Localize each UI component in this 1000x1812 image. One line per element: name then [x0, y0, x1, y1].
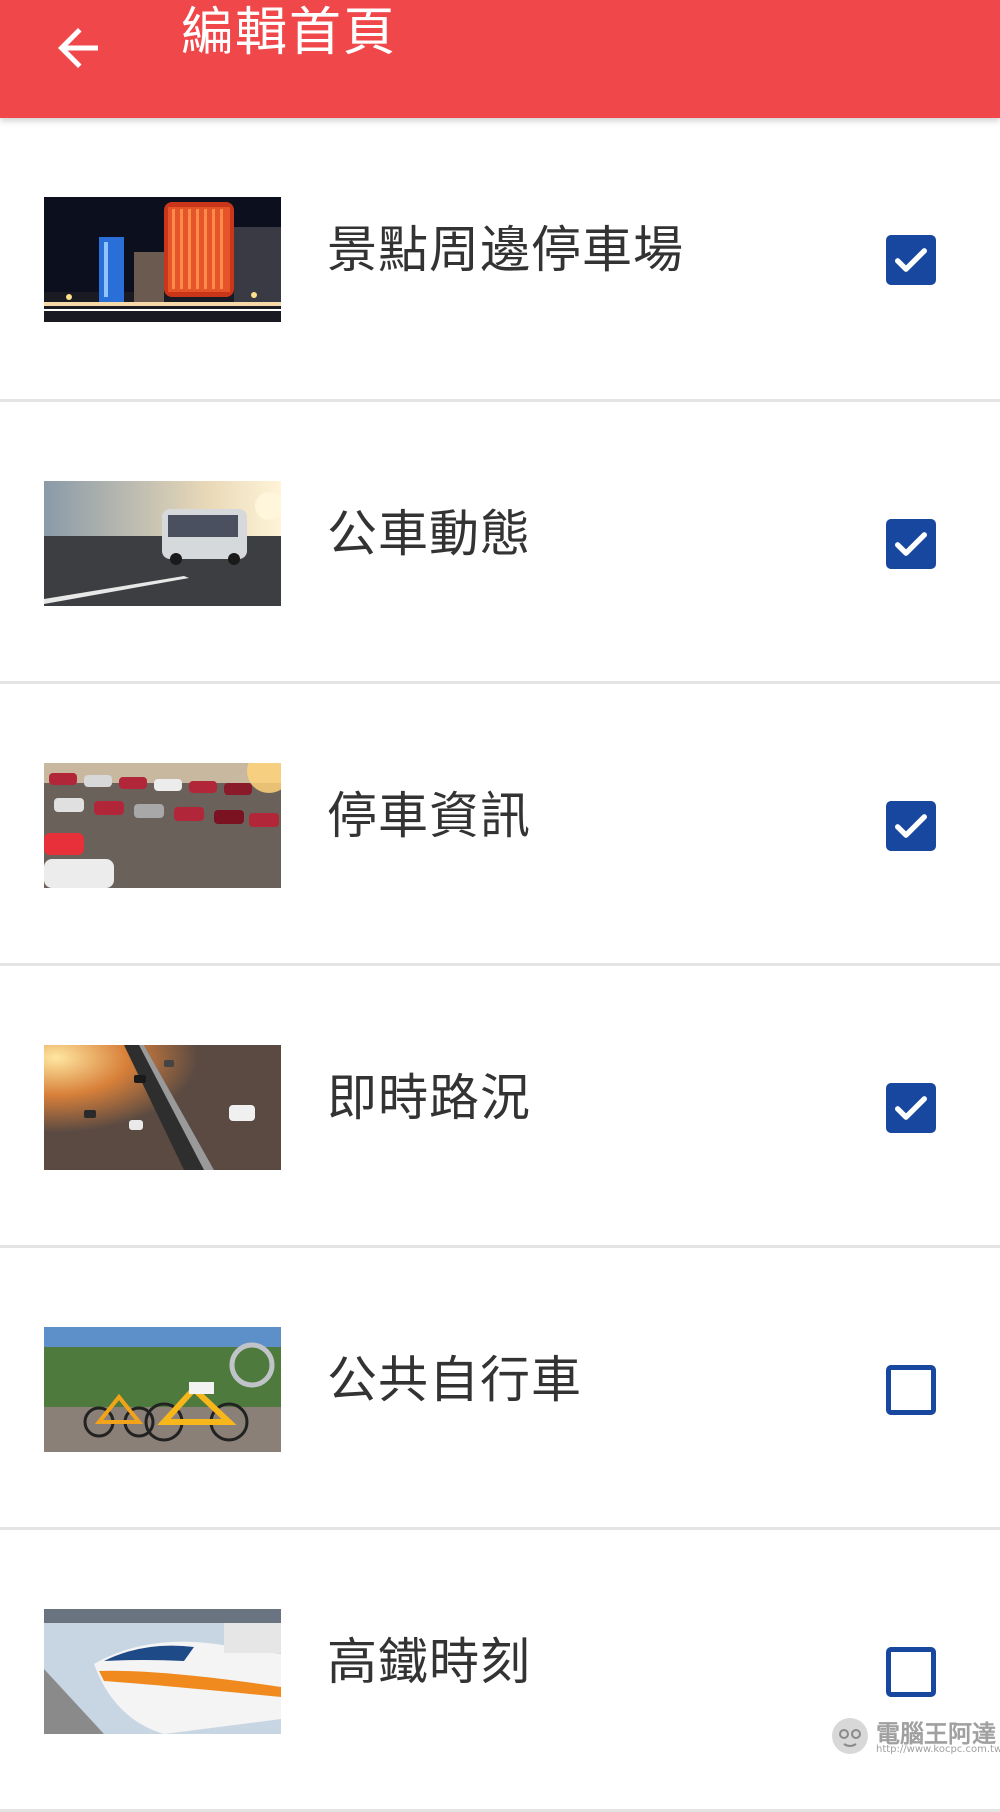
highway-thumbnail: [44, 1045, 281, 1170]
checkbox-unchecked[interactable]: [886, 1365, 936, 1415]
city-night-thumbnail: [44, 197, 281, 322]
checkbox-checked[interactable]: [886, 801, 936, 851]
list-item[interactable]: 停車資訊: [0, 684, 1000, 966]
watermark: 電腦王阿達 http://www.kocpc.com.tw: [828, 1714, 1000, 1758]
checkbox-checked[interactable]: [886, 235, 936, 285]
item-label: 公車動態: [327, 505, 531, 563]
train-thumbnail: [44, 1609, 281, 1734]
check-icon: [895, 814, 927, 838]
check-icon: [895, 248, 927, 272]
list-item[interactable]: 公車動態: [0, 402, 1000, 684]
list-item[interactable]: 高鐵時刻: [0, 1530, 1000, 1812]
list-item[interactable]: 即時路況: [0, 966, 1000, 1248]
feature-list: 景點周邊停車場 公車動態 停車資訊 即時路況 公共自行車 高鐵時刻: [0, 118, 1000, 1812]
checkbox-checked[interactable]: [886, 519, 936, 569]
bus-thumbnail: [44, 481, 281, 606]
item-label: 高鐵時刻: [327, 1633, 531, 1691]
parking-lot-thumbnail: [44, 763, 281, 888]
watermark-url: http://www.kocpc.com.tw: [876, 1744, 1000, 1755]
page-title: 編輯首頁: [181, 3, 398, 63]
item-label: 即時路況: [327, 1069, 531, 1127]
app-bar: 編輯首頁: [0, 0, 1000, 118]
arrow-left-icon: [58, 28, 98, 68]
checkbox-checked[interactable]: [886, 1083, 936, 1133]
list-item[interactable]: 景點周邊停車場: [0, 118, 1000, 402]
item-label: 景點周邊停車場: [327, 221, 684, 279]
mascot-icon: [832, 1718, 868, 1754]
checkbox-unchecked[interactable]: [886, 1647, 936, 1697]
item-label: 公共自行車: [327, 1351, 582, 1409]
bicycle-thumbnail: [44, 1327, 281, 1452]
list-item[interactable]: 公共自行車: [0, 1248, 1000, 1530]
item-label: 停車資訊: [327, 787, 531, 845]
back-button[interactable]: [36, 6, 120, 90]
check-icon: [895, 532, 927, 556]
check-icon: [895, 1096, 927, 1120]
